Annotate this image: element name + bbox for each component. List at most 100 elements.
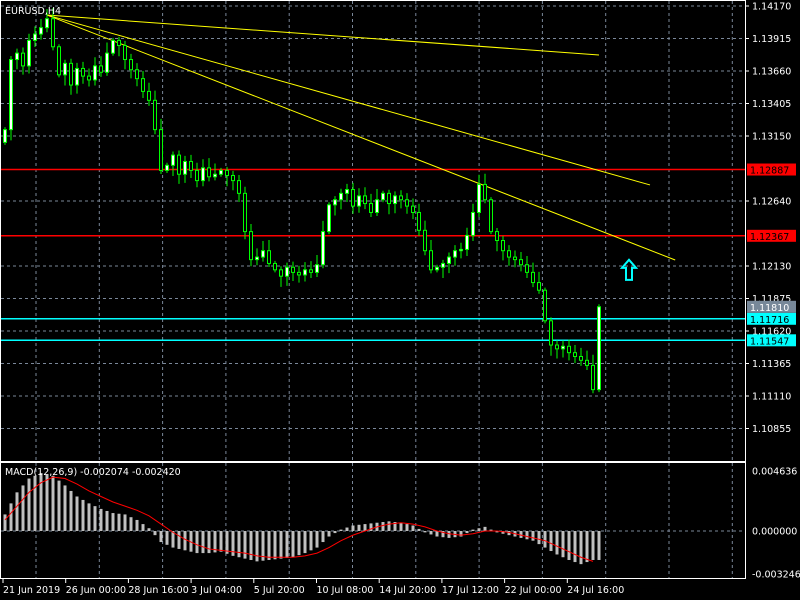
candle-body bbox=[57, 46, 61, 76]
price-tick-label: 1.13915 bbox=[752, 34, 791, 45]
price-tick-label: 1.13405 bbox=[752, 99, 791, 110]
candle-body bbox=[471, 211, 475, 236]
macd-histogram-bar bbox=[81, 499, 85, 531]
macd-histogram-bar bbox=[105, 510, 109, 531]
macd-histogram-bar bbox=[165, 531, 169, 545]
candle-body bbox=[429, 250, 433, 271]
candle-body bbox=[159, 129, 163, 171]
macd-histogram-bar bbox=[549, 531, 553, 552]
macd-histogram-bar bbox=[285, 531, 289, 558]
candle-body bbox=[51, 18, 55, 48]
candle-body bbox=[15, 52, 19, 61]
macd-histogram-bar bbox=[369, 523, 373, 531]
macd-histogram-bar bbox=[531, 531, 535, 541]
macd-histogram-bar bbox=[423, 531, 427, 533]
macd-histogram-bar bbox=[75, 496, 79, 531]
candle-body bbox=[417, 211, 421, 231]
candle-body bbox=[393, 195, 397, 205]
macd-histogram-bar bbox=[219, 531, 223, 552]
macd-histogram-bar bbox=[63, 485, 67, 531]
macd-histogram-bar bbox=[291, 531, 295, 558]
macd-histogram-bar bbox=[429, 531, 433, 535]
candle-body bbox=[213, 173, 217, 178]
macd-histogram-bar bbox=[309, 531, 313, 551]
candle-body bbox=[195, 169, 199, 182]
time-tick-label: 14 Jul 20:00 bbox=[379, 585, 436, 596]
candle-body bbox=[261, 250, 265, 258]
macd-histogram-bar bbox=[477, 528, 481, 531]
macd-histogram-bar bbox=[45, 474, 49, 531]
macd-histogram-bar bbox=[3, 514, 7, 531]
macd-histogram-bar bbox=[69, 490, 73, 531]
candle-body bbox=[489, 199, 493, 233]
macd-histogram-bar bbox=[405, 524, 409, 531]
trading-chart[interactable]: 1.14170 1.13915 1.13660 1.13405 1.13150 1.126… bbox=[0, 0, 800, 600]
candle-body bbox=[531, 271, 535, 284]
macd-histogram-bar bbox=[129, 517, 133, 531]
macd-histogram-bar bbox=[267, 531, 271, 560]
price-tick-label: 1.11365 bbox=[752, 359, 791, 370]
macd-histogram-bar bbox=[399, 522, 403, 531]
macd-histogram-bar bbox=[579, 531, 583, 565]
candle-body bbox=[225, 169, 229, 177]
macd-histogram-bar bbox=[561, 531, 565, 558]
macd-histogram-bar bbox=[135, 519, 139, 531]
price-tick-label: 1.14170 bbox=[752, 2, 791, 13]
macd-histogram-bar bbox=[255, 531, 259, 562]
candle-body bbox=[525, 264, 529, 273]
candle-body bbox=[435, 266, 439, 271]
candle-body bbox=[405, 199, 409, 207]
macd-histogram-bar bbox=[351, 525, 355, 531]
candle-body bbox=[189, 160, 193, 171]
macd-histogram-bar bbox=[183, 531, 187, 551]
candle-body bbox=[519, 259, 523, 266]
chart-title: EURUSD,H4 bbox=[5, 6, 61, 17]
candle-body bbox=[237, 180, 241, 194]
macd-histogram-bar bbox=[177, 531, 181, 549]
candle-body bbox=[555, 344, 559, 350]
macd-histogram-bar bbox=[471, 529, 475, 531]
candle-body bbox=[309, 269, 313, 273]
candle-body bbox=[285, 266, 289, 277]
macd-histogram-bar bbox=[303, 531, 307, 554]
macd-histogram-bar bbox=[159, 531, 163, 543]
candle-body bbox=[345, 189, 349, 194]
candle-body bbox=[513, 256, 517, 261]
candle-body bbox=[105, 52, 109, 73]
candle-body bbox=[123, 45, 127, 61]
price-tick-label: 1.11110 bbox=[752, 392, 791, 403]
candle-body bbox=[255, 256, 259, 261]
macd-histogram-bar bbox=[225, 531, 229, 554]
candle-body bbox=[21, 52, 25, 67]
candle-body bbox=[483, 183, 487, 201]
time-tick-label: 21 Jun 2019 bbox=[3, 585, 60, 596]
candle-body bbox=[171, 154, 175, 166]
macd-histogram-bar bbox=[207, 531, 211, 554]
candle-body bbox=[267, 250, 271, 264]
candle-body bbox=[81, 67, 85, 77]
macd-histogram-bar bbox=[525, 531, 529, 540]
candle-body bbox=[597, 306, 601, 391]
price-tick-label: 1.13150 bbox=[752, 132, 791, 143]
time-tick-label: 24 Jul 16:00 bbox=[567, 585, 624, 596]
time-tick-label: 22 Jul 00:00 bbox=[505, 585, 562, 596]
macd-histogram-bar bbox=[357, 524, 361, 531]
macd-histogram-bar bbox=[249, 531, 253, 560]
price-level-label: 1.11716 bbox=[750, 315, 789, 326]
time-tick-label: 5 Jul 20:00 bbox=[254, 585, 305, 596]
macd-histogram-bar bbox=[297, 531, 301, 556]
candle-body bbox=[279, 269, 283, 277]
candle-body bbox=[165, 164, 169, 171]
price-tick-label: 1.10855 bbox=[752, 424, 791, 435]
macd-histogram-bar bbox=[117, 513, 121, 531]
candle-body bbox=[33, 33, 37, 41]
candle-body bbox=[243, 192, 247, 233]
candle-body bbox=[507, 250, 511, 258]
candle-body bbox=[579, 355, 583, 361]
candle-body bbox=[495, 231, 499, 242]
macd-histogram-bar bbox=[153, 531, 157, 536]
candle-body bbox=[99, 65, 103, 73]
candle-body bbox=[201, 167, 205, 182]
candle-body bbox=[153, 99, 157, 131]
price-tick-label: 1.13660 bbox=[752, 67, 791, 78]
